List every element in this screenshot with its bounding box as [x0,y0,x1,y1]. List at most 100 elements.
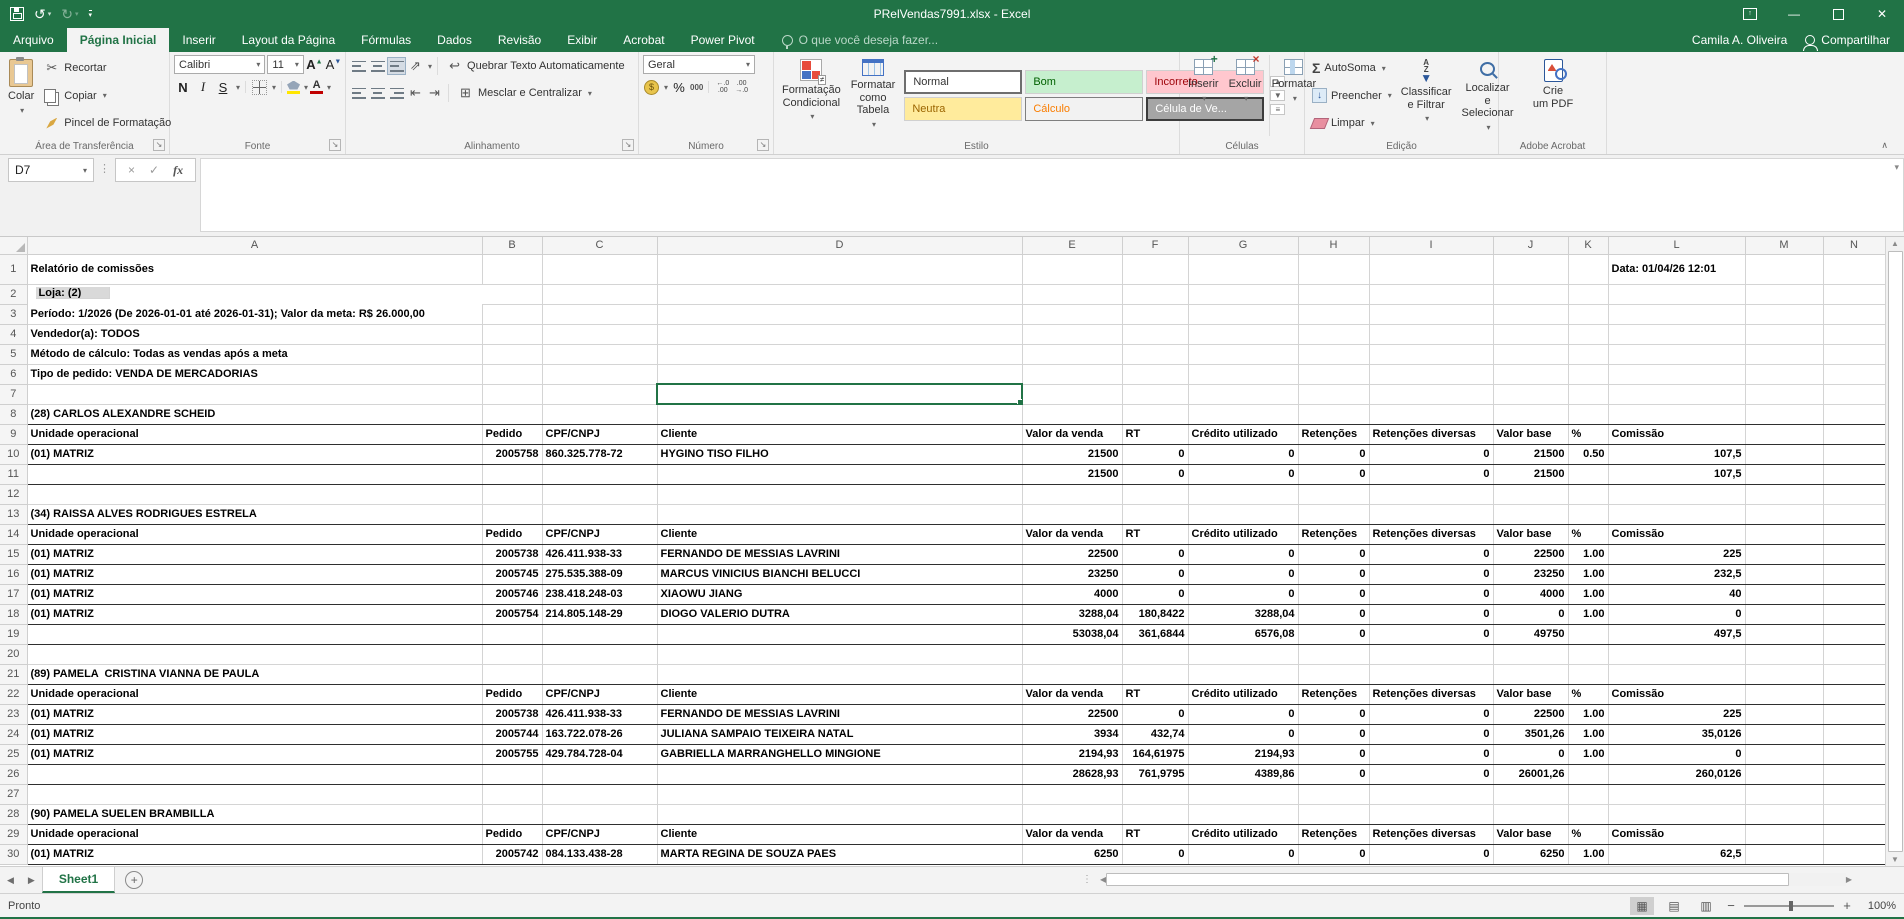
cell-N15[interactable] [1823,544,1885,564]
cell-J28[interactable] [1493,804,1568,824]
cell-K2[interactable] [1568,284,1608,304]
col-header-L[interactable]: L [1608,237,1745,254]
cell-H1[interactable] [1298,254,1369,284]
copy-button[interactable]: Copiar▾ [40,85,174,107]
cell-M5[interactable] [1745,344,1823,364]
cell-D24[interactable]: JULIANA SAMPAIO TEIXEIRA NATAL [657,724,1022,744]
cell-D1[interactable] [657,254,1022,284]
comma-style-button[interactable]: 000 [690,83,703,92]
cell-N6[interactable] [1823,364,1885,384]
cell-C1[interactable] [542,254,657,284]
row-header-25[interactable]: 25 [0,744,27,764]
cell-J3[interactable] [1493,304,1568,324]
cell-E15[interactable]: 22500 [1022,544,1122,564]
cell-B15[interactable]: 2005738 [482,544,542,564]
cell-I11[interactable]: 0 [1369,464,1493,484]
cell-C18[interactable]: 214.805.148-29 [542,604,657,624]
cell-E26[interactable]: 28628,93 [1022,764,1122,784]
cell-K17[interactable]: 1.00 [1568,584,1608,604]
cell-B12[interactable] [482,484,542,504]
cell-D27[interactable] [657,784,1022,804]
close-button[interactable]: ✕ [1860,0,1904,28]
style-calculo[interactable]: Cálculo [1025,97,1143,121]
cell-C15[interactable]: 426.411.938-33 [542,544,657,564]
cell-H22[interactable]: Retenções [1298,684,1369,704]
cell-B4[interactable] [482,324,542,344]
col-header-C[interactable]: C [542,237,657,254]
cell-M19[interactable] [1745,624,1823,644]
cell-G5[interactable] [1188,344,1298,364]
cell-E9[interactable]: Valor da venda [1022,424,1122,444]
align-left-icon[interactable] [350,85,367,101]
cell-F21[interactable] [1122,664,1188,684]
cell-L26[interactable]: 260,0126 [1608,764,1745,784]
cell-J30[interactable]: 6250 [1493,844,1568,864]
cell-E7[interactable] [1022,384,1122,404]
cell-F23[interactable]: 0 [1122,704,1188,724]
cell-L29[interactable]: Comissão [1608,824,1745,844]
cell-I20[interactable] [1369,644,1493,664]
select-all-button[interactable] [0,237,27,254]
col-header-A[interactable]: A [27,237,482,254]
cell-G26[interactable]: 4389,86 [1188,764,1298,784]
row-header-6[interactable]: 6 [0,364,27,384]
cell-G29[interactable]: Crédito utilizado [1188,824,1298,844]
cell-B21[interactable] [482,664,542,684]
row-header-21[interactable]: 21 [0,664,27,684]
cell-G25[interactable]: 2194,93 [1188,744,1298,764]
cell-C20[interactable] [542,644,657,664]
scroll-right-icon[interactable]: ▶ [1846,875,1852,884]
cell-K6[interactable] [1568,364,1608,384]
cell-D30[interactable]: MARTA REGINA DE SOUZA PAES [657,844,1022,864]
tab-layout-da-pagina[interactable]: Layout da Página [229,28,348,52]
merge-center-button[interactable]: ⊞Mesclar e Centralizar▾ [454,82,595,104]
cell-H4[interactable] [1298,324,1369,344]
tab-inserir[interactable]: Inserir [169,28,228,52]
cell-F8[interactable] [1122,404,1188,424]
cell-M4[interactable] [1745,324,1823,344]
row-header-9[interactable]: 9 [0,424,27,444]
cell-H24[interactable]: 0 [1298,724,1369,744]
cell-L3[interactable] [1608,304,1745,324]
cell-E3[interactable] [1022,304,1122,324]
delete-cells-button[interactable]: × Excluir▾ [1225,55,1266,136]
cell-I22[interactable]: Retenções diversas [1369,684,1493,704]
cell-N24[interactable] [1823,724,1885,744]
cell-D25[interactable]: GABRIELLA MARRANGHELLO MINGIONE [657,744,1022,764]
cell-K16[interactable]: 1.00 [1568,564,1608,584]
wrap-text-button[interactable]: ↩Quebrar Texto Automaticamente [443,55,628,77]
number-dialog-launcher[interactable]: ↘ [757,139,769,151]
tab-formulas[interactable]: Fórmulas [348,28,424,52]
row-header-11[interactable]: 11 [0,464,27,484]
cell-M3[interactable] [1745,304,1823,324]
row-header-2[interactable]: 2 [0,284,27,304]
row-header-13[interactable]: 13 [0,504,27,524]
row-header-19[interactable]: 19 [0,624,27,644]
underline-button[interactable]: S [214,80,232,95]
save-button[interactable] [10,7,24,21]
cell-A12[interactable] [27,484,482,504]
cell-J16[interactable]: 23250 [1493,564,1568,584]
cell-N7[interactable] [1823,384,1885,404]
cell-M12[interactable] [1745,484,1823,504]
row-header-7[interactable]: 7 [0,384,27,404]
cell-N4[interactable] [1823,324,1885,344]
row-header-24[interactable]: 24 [0,724,27,744]
cell-K11[interactable] [1568,464,1608,484]
cell-I1[interactable] [1369,254,1493,284]
cell-C21[interactable] [542,664,657,684]
cell-A20[interactable] [27,644,482,664]
scroll-up-icon[interactable]: ▲ [1891,239,1899,248]
cell-J10[interactable]: 21500 [1493,444,1568,464]
row-header-23[interactable]: 23 [0,704,27,724]
cell-N22[interactable] [1823,684,1885,704]
fill-color-button[interactable] [287,81,300,94]
cell-H30[interactable]: 0 [1298,844,1369,864]
horizontal-scroll-thumb[interactable] [1106,873,1789,886]
cell-K5[interactable] [1568,344,1608,364]
cell-K1[interactable] [1568,254,1608,284]
cell-C3[interactable] [542,304,657,324]
cell-N8[interactable] [1823,404,1885,424]
cell-G16[interactable]: 0 [1188,564,1298,584]
cell-A19[interactable] [27,624,482,644]
